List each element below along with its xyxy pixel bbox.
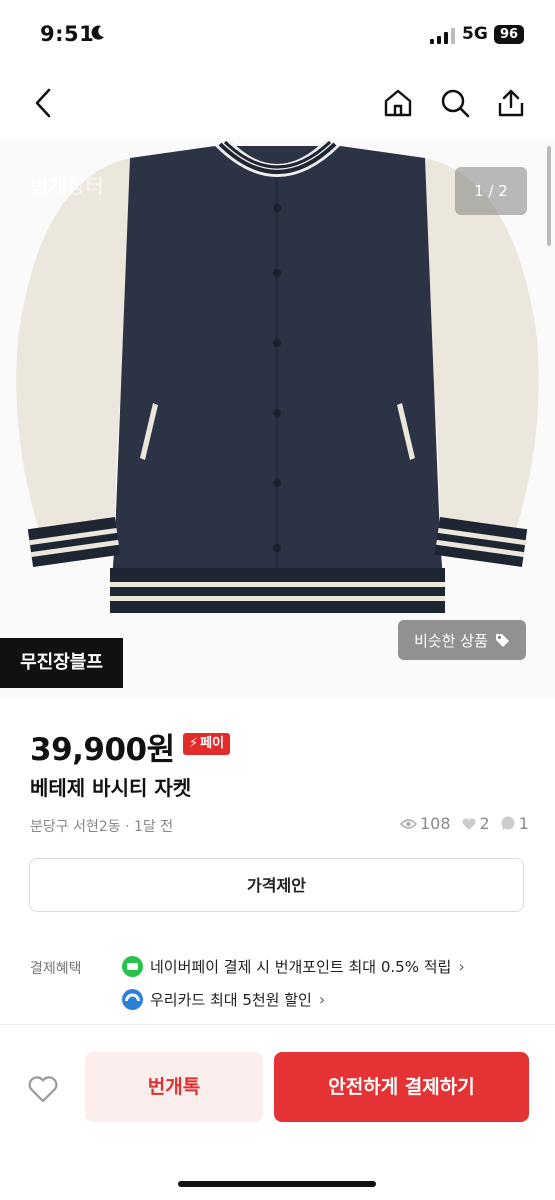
price-offer-button[interactable]: 가격제안 (29, 858, 524, 912)
eye-icon (400, 818, 417, 829)
jacket-image (0, 138, 555, 698)
product-meta: 분당구 서현2동 · 1달 전 (30, 819, 174, 835)
network-label: 5G (462, 24, 488, 44)
heart-icon (461, 817, 476, 830)
wooricard-icon (122, 989, 143, 1010)
views-count: 108 (420, 814, 451, 833)
product-stats: 108 2 1 (400, 814, 529, 833)
similar-items-button[interactable]: 비슷한 상품 (398, 620, 526, 660)
product-image[interactable] (0, 138, 555, 698)
shop-tag: 무진장블프 (0, 638, 123, 688)
safe-payment-button[interactable]: 안전하게 결제하기 (274, 1052, 529, 1122)
chats-stat: 1 (500, 814, 529, 833)
chevron-left-icon (35, 88, 51, 118)
product-price: 39,900원 (30, 732, 175, 768)
like-button[interactable] (24, 1070, 62, 1108)
likes-stat: 2 (461, 814, 490, 833)
chevron-right-icon: › (318, 990, 326, 1009)
tag-icon (495, 634, 509, 647)
chat-bubble-icon (501, 816, 515, 830)
bottom-divider (0, 1024, 555, 1025)
home-icon (384, 89, 412, 117)
chats-count: 1 (518, 814, 529, 833)
lightning-icon: ⚡ (189, 736, 199, 751)
share-icon (498, 89, 524, 117)
watermark: 번개장터 (30, 174, 104, 198)
benefits-label: 결제혜택 (30, 961, 82, 977)
similar-items-label: 비슷한 상품 (414, 631, 488, 650)
naverpay-icon (122, 956, 143, 977)
views-stat: 108 (400, 814, 451, 833)
share-button[interactable] (494, 86, 528, 120)
search-icon (441, 89, 470, 118)
search-button[interactable] (438, 86, 472, 120)
wooricard-benefit[interactable]: 우리카드 최대 5천원 할인 › (122, 989, 325, 1010)
chevron-right-icon: › (458, 957, 465, 976)
heart-outline-icon (28, 1076, 58, 1103)
scrollbar[interactable] (547, 146, 551, 246)
back-button[interactable] (26, 86, 60, 120)
battery-indicator: 96 (494, 25, 524, 44)
naverpay-benefit-text: 네이버페이 결제 시 번개포인트 최대 0.5% 적립 (150, 958, 452, 976)
pay-badge-label: 페이 (200, 736, 225, 751)
pay-badge: ⚡ 페이 (183, 733, 231, 755)
home-indicator (178, 1181, 376, 1187)
chat-button[interactable]: 번개톡 (85, 1052, 263, 1122)
status-time: 9:51 (40, 22, 95, 46)
naverpay-benefit[interactable]: 네이버페이 결제 시 번개포인트 최대 0.5% 적립 › (122, 956, 465, 977)
moon-icon (91, 25, 104, 40)
likes-count: 2 (479, 814, 490, 833)
home-button[interactable] (381, 86, 415, 120)
image-counter: 1 / 2 (455, 167, 527, 215)
signal-icon (430, 28, 455, 44)
product-title: 베테제 바시티 자켓 (30, 776, 192, 800)
wooricard-benefit-text: 우리카드 최대 5천원 할인 (150, 991, 312, 1009)
